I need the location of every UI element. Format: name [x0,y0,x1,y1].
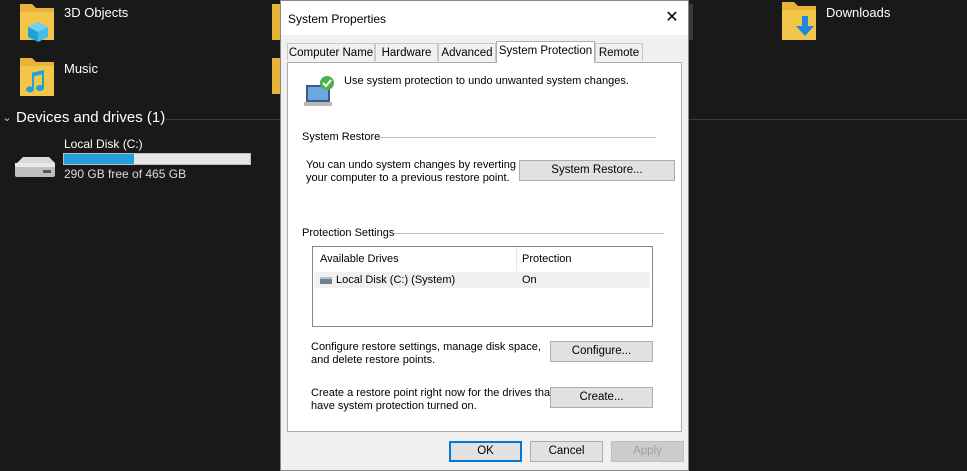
apply-button[interactable]: Apply [611,441,684,462]
tab-system-protection[interactable]: System Protection [496,41,595,63]
column-header-protection[interactable]: Protection [522,253,572,265]
create-description-line2: have system protection turned on. [311,400,477,412]
hidden-folder-edge [272,4,280,40]
system-protection-icon [304,76,334,106]
folder-label: Downloads [826,5,891,20]
close-icon[interactable]: ✕ [662,8,682,28]
folder-label: 3D Objects [64,5,129,20]
group-divider [380,137,656,138]
devices-section-header[interactable]: ⌄ Devices and drives (1) [0,109,165,126]
configure-description-line1: Configure restore settings, manage disk … [311,341,541,353]
create-description-line1: Create a restore point right now for the… [311,387,554,399]
3d-objects-folder-icon [20,4,54,42]
music-folder-icon [20,58,54,96]
create-button[interactable]: Create... [550,387,653,408]
group-divider [394,233,664,234]
system-restore-description-line2: your computer to a previous restore poin… [306,172,510,184]
drive-free-space: 290 GB free of 465 GB [64,167,187,181]
tab-computer-name[interactable]: Computer Name [287,43,375,61]
dialog-title: System Properties [288,12,387,26]
intro-text: Use system protection to undo unwanted s… [344,75,629,87]
tab-hardware[interactable]: Hardware [375,43,438,61]
hidden-folder-edge [689,4,693,40]
folder-label: Music [64,61,98,76]
drive-icon [320,277,332,284]
devices-section-label: Devices and drives (1) [16,109,166,126]
column-header-available-drives[interactable]: Available Drives [320,253,399,265]
system-restore-description: You can undo system changes by reverting… [306,159,516,185]
configure-description-line2: and delete restore points. [311,354,436,366]
protection-settings-heading: Protection Settings [302,227,399,239]
protection-cell: On [522,274,537,286]
drives-list-header: Available Drives Protection [313,247,652,271]
drives-list[interactable]: Available Drives Protection Local Disk (… [312,246,653,327]
configure-description: Configure restore settings, manage disk … [311,341,541,367]
hidden-folder-edge [272,58,280,94]
system-restore-button[interactable]: System Restore... [519,160,675,181]
create-description: Create a restore point right now for the… [311,387,553,413]
drive-usage-fill [64,154,134,164]
system-restore-description-line1: You can undo system changes by reverting [306,159,516,171]
cancel-button[interactable]: Cancel [530,441,603,462]
system-restore-heading: System Restore [302,131,385,143]
drive-name: Local Disk (C:) [64,137,143,151]
system-protection-panel: Use system protection to undo unwanted s… [287,62,682,432]
dialog-titlebar[interactable]: System Properties ✕ [281,1,688,35]
ok-button[interactable]: OK [449,441,522,462]
drive-cell: Local Disk (C:) (System) [336,274,456,286]
table-row[interactable]: Local Disk (C:) (System) On [314,272,650,288]
chevron-down-icon: ⌄ [2,112,12,124]
column-separator [516,247,517,271]
drive-usage-bar [63,153,251,165]
system-properties-dialog: System Properties ✕ Computer Name Hardwa… [280,0,689,471]
tab-remote[interactable]: Remote [595,43,643,61]
tab-advanced[interactable]: Advanced [438,43,496,61]
downloads-folder-icon [782,2,816,40]
hard-drive-icon [15,157,55,177]
configure-button[interactable]: Configure... [550,341,653,362]
